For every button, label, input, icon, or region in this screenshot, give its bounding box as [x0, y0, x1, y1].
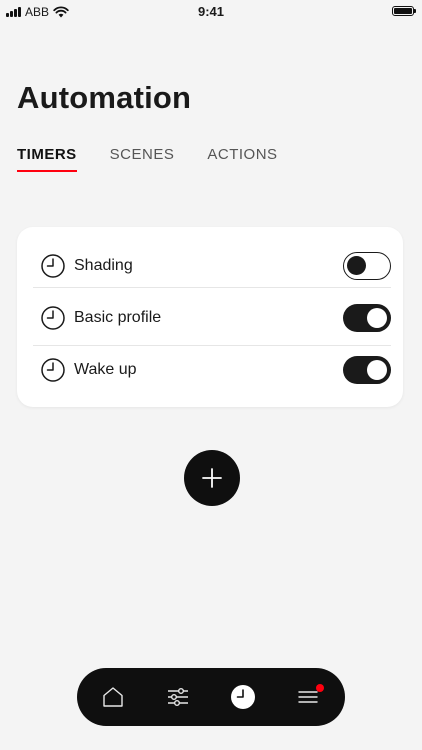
timer-row[interactable]: Shading: [33, 240, 391, 292]
page-title: Automation: [17, 80, 192, 115]
plus-icon: [202, 468, 222, 488]
timer-row[interactable]: Wake up: [33, 344, 391, 396]
clock-icon: [231, 685, 255, 709]
clock-icon: [41, 306, 65, 330]
toggle-knob: [367, 308, 387, 328]
status-time: 9:41: [197, 4, 225, 19]
home-icon: [103, 687, 123, 707]
tab-bar: TIMERS SCENES ACTIONS: [17, 146, 278, 172]
timer-toggle[interactable]: [343, 252, 391, 280]
timer-row[interactable]: Basic profile: [33, 292, 391, 344]
timer-name: Basic profile: [74, 309, 162, 326]
timer-name: Shading: [74, 257, 133, 274]
nav-home[interactable]: [97, 681, 129, 713]
sliders-icon: [168, 688, 188, 706]
timer-toggle[interactable]: [343, 304, 391, 332]
nav-menu[interactable]: [293, 681, 325, 713]
nav-automation[interactable]: [227, 681, 259, 713]
nav-controls[interactable]: [162, 681, 194, 713]
tab-timers[interactable]: TIMERS: [17, 146, 77, 172]
timer-name: Wake up: [74, 361, 137, 378]
tab-scenes[interactable]: SCENES: [110, 146, 175, 169]
timers-card: Shading Basic profile Wake up: [17, 227, 403, 407]
battery-icon: [392, 6, 416, 16]
status-bar: ABB 9:41: [0, 0, 422, 24]
toggle-knob: [367, 360, 387, 380]
notification-badge: [316, 684, 324, 692]
toggle-knob: [347, 256, 366, 275]
timer-toggle[interactable]: [343, 356, 391, 384]
bottom-nav: [77, 668, 345, 726]
tab-actions[interactable]: ACTIONS: [207, 146, 277, 169]
row-divider: [33, 287, 391, 288]
add-timer-button[interactable]: [184, 450, 240, 506]
clock-icon: [41, 254, 65, 278]
clock-icon: [41, 358, 65, 382]
